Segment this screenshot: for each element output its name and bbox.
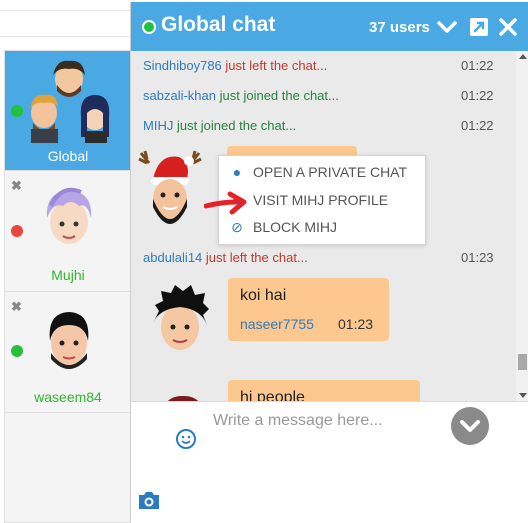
user-avatar-icon <box>46 187 92 244</box>
message-time: 01:22 <box>461 58 494 73</box>
scroll-up-arrow-icon[interactable] <box>519 54 527 59</box>
message-user[interactable]: abdulali14 <box>143 250 202 265</box>
message-user[interactable]: naseer7755 <box>240 316 314 332</box>
message-bubble: koi hai naseer7755 01:23 <box>228 278 389 341</box>
popout-icon[interactable] <box>468 16 490 38</box>
message-action: just left the chat... <box>202 250 308 265</box>
menu-item-label: BLOCK MIHJ <box>253 219 338 235</box>
background-line <box>0 36 130 37</box>
message-time: 01:23 <box>461 250 494 265</box>
message-action: just joined the chat... <box>216 88 339 103</box>
chat-title: Global chat <box>161 13 276 36</box>
menu-item-visit-profile[interactable]: ■ VISIT MIHJ PROFILE <box>229 192 388 208</box>
system-message: abdulali14 just left the chat... <box>143 250 308 265</box>
message-text: hi people <box>240 389 305 401</box>
menu-item-block[interactable]: ⊘ BLOCK MIHJ <box>229 219 337 236</box>
chat-bubble-icon: ● <box>232 164 242 180</box>
menu-item-private-chat[interactable]: ● OPEN A PRIVATE CHAT <box>229 164 407 180</box>
online-status-dot <box>142 20 156 34</box>
scrollbar[interactable] <box>516 51 528 403</box>
message-user[interactable]: sabzali-khan <box>143 88 216 103</box>
user-avatar-icon[interactable] <box>149 283 211 359</box>
system-message: MIHJ just joined the chat... <box>143 118 296 133</box>
scrollbar-thumb[interactable] <box>518 354 527 370</box>
chat-window: Global chat 37 users Sindhiboy786 just l… <box>130 2 528 523</box>
user-avatar-icon[interactable] <box>137 149 203 233</box>
message-user[interactable]: Sindhiboy786 <box>143 58 222 73</box>
system-message: sabzali-khan just joined the chat... <box>143 88 339 103</box>
group-avatar-icon <box>30 60 110 143</box>
chat-header: Global chat 37 users <box>131 2 528 51</box>
sidebar-item-global[interactable]: Global <box>5 51 131 171</box>
message-action: just left the chat... <box>221 58 328 73</box>
close-icon[interactable]: ✖ <box>11 178 22 194</box>
scroll-down-arrow-icon[interactable] <box>519 393 527 398</box>
away-status-dot <box>11 225 23 237</box>
menu-item-label: OPEN A PRIVATE CHAT <box>253 164 408 180</box>
sidebar-item-label: Global <box>47 148 89 164</box>
user-context-menu: ● OPEN A PRIVATE CHAT ■ VISIT MIHJ PROFILE… <box>218 155 426 245</box>
message-time: 01:23 <box>338 316 374 332</box>
message-text: koi hai <box>240 287 287 304</box>
online-status-dot <box>11 105 23 117</box>
sidebar-item-mujhi[interactable]: ✖ Mujhi <box>5 172 131 292</box>
online-status-dot <box>11 345 23 357</box>
message-bubble: hi people <box>228 380 420 401</box>
message-composer <box>131 401 528 523</box>
message-user[interactable]: MIHJ <box>143 118 173 133</box>
room-sidebar: Global ✖ Mujhi ✖ waseem84 <box>4 50 131 523</box>
sidebar-item-label: waseem84 <box>34 389 102 405</box>
system-message: Sindhiboy786 just left the chat... <box>143 58 327 73</box>
emoji-icon[interactable] <box>175 428 197 450</box>
message-time: 01:22 <box>461 88 494 103</box>
sidebar-item-waseem84[interactable]: ✖ waseem84 <box>5 293 131 413</box>
user-avatar-icon <box>49 312 89 369</box>
block-icon: ⊘ <box>231 219 243 235</box>
user-count[interactable]: 37 users <box>369 19 430 36</box>
message-input[interactable] <box>213 408 453 434</box>
message-time: 01:22 <box>461 118 494 133</box>
send-chevron-icon[interactable] <box>451 407 489 445</box>
background-line <box>0 10 130 11</box>
camera-icon[interactable] <box>137 490 161 510</box>
message-action: just joined the chat... <box>173 118 297 133</box>
chevron-down-icon[interactable] <box>436 16 458 38</box>
menu-item-label: VISIT MIHJ PROFILE <box>253 192 389 208</box>
close-icon[interactable] <box>497 16 519 38</box>
sidebar-item-label: Mujhi <box>51 267 85 283</box>
close-icon[interactable]: ✖ <box>11 299 22 315</box>
annotation-arrow-icon <box>204 191 247 215</box>
